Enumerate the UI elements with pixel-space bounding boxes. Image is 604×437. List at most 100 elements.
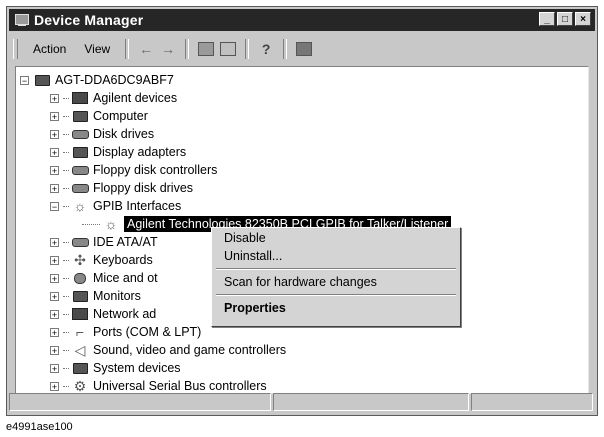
- disk-drive-icon: [71, 127, 89, 141]
- tree-item-ide[interactable]: + IDE ATA/AT: [50, 233, 158, 251]
- expand-icon[interactable]: +: [50, 291, 59, 301]
- tree-item-label: Display adapters: [93, 145, 187, 159]
- device-manager-icon: [14, 13, 30, 27]
- expand-icon[interactable]: +: [50, 381, 59, 391]
- expand-icon[interactable]: +: [50, 237, 59, 247]
- port-icon: ⌐: [75, 324, 85, 340]
- toolbar-separator: [245, 39, 250, 59]
- forward-arrow-icon[interactable]: →: [157, 39, 179, 59]
- toolbar: Action View ← → ?: [9, 34, 595, 64]
- collapse-icon[interactable]: −: [20, 75, 29, 85]
- tree-root-label: AGT-DDA6DC9ABF7: [55, 73, 174, 87]
- tree-root[interactable]: − AGT-DDA6DC9ABF7: [20, 71, 174, 89]
- tree-item-label: Disk drives: [93, 127, 155, 141]
- window-controls: _ □ ×: [539, 12, 591, 26]
- monitor-icon: [71, 289, 89, 303]
- expand-icon[interactable]: +: [50, 327, 59, 337]
- tree-item-label: Mice and ot: [93, 271, 158, 285]
- expand-icon[interactable]: +: [50, 309, 59, 319]
- title-bar[interactable]: Device Manager _ □ ×: [9, 9, 595, 31]
- tree-item-floppy-controllers[interactable]: + Floppy disk controllers: [50, 161, 217, 179]
- tree-item-system-devices[interactable]: + System devices: [50, 359, 181, 377]
- menu-action[interactable]: Action: [24, 42, 75, 56]
- context-separator: [216, 268, 456, 270]
- floppy-drive-icon: [71, 181, 89, 195]
- gpib-icon: ☼: [73, 198, 87, 214]
- tree-item-display-adapters[interactable]: + Display adapters: [50, 143, 186, 161]
- tree-item-ports[interactable]: + ⌐ Ports (COM & LPT): [50, 323, 201, 341]
- context-uninstall[interactable]: Uninstall...: [224, 249, 282, 263]
- floppy-controller-icon: [71, 163, 89, 177]
- tree-item-network[interactable]: + Network ad: [50, 305, 156, 323]
- tree-item-label: Floppy disk controllers: [93, 163, 218, 177]
- tree-item-mice[interactable]: + Mice and ot: [50, 269, 158, 287]
- minimize-button[interactable]: _: [539, 12, 555, 26]
- system-device-icon: [71, 361, 89, 375]
- tree-item-label: Network ad: [93, 307, 157, 321]
- context-menu: Disable Uninstall... Scan for hardware c…: [211, 227, 461, 327]
- collapse-icon[interactable]: −: [50, 201, 59, 211]
- tree-item-label: Computer: [93, 109, 148, 123]
- sound-icon: ◁: [74, 342, 86, 358]
- tree-item-label: Floppy disk drives: [93, 181, 194, 195]
- tree-item-disk-drives[interactable]: + Disk drives: [50, 125, 154, 143]
- tree-item-computer[interactable]: + Computer: [50, 107, 148, 125]
- toolbar-separator: [283, 39, 288, 59]
- close-button[interactable]: ×: [575, 12, 591, 26]
- network-adapter-icon: [71, 307, 89, 321]
- help-icon[interactable]: ?: [255, 39, 277, 59]
- menu-view[interactable]: View: [75, 42, 119, 56]
- properties-icon[interactable]: [195, 39, 217, 59]
- status-cell: [471, 393, 593, 411]
- expand-icon[interactable]: +: [50, 345, 59, 355]
- status-bar: [9, 393, 595, 413]
- tree-item-label: Keyboards: [93, 253, 153, 267]
- tree-item-floppy-drives[interactable]: + Floppy disk drives: [50, 179, 193, 197]
- expand-icon[interactable]: +: [50, 273, 59, 283]
- ide-controller-icon: [71, 235, 89, 249]
- display-adapter-icon: [71, 145, 89, 159]
- keyboard-icon: ✣: [74, 252, 86, 268]
- scan-icon[interactable]: [293, 39, 315, 59]
- computer-icon: [33, 73, 51, 87]
- tree-item-label: Ports (COM & LPT): [93, 325, 202, 339]
- toolbar-separator: [185, 39, 190, 59]
- computer-icon: [71, 109, 89, 123]
- tree-item-gpib-interfaces[interactable]: − ☼ GPIB Interfaces: [50, 197, 181, 215]
- expand-icon[interactable]: +: [50, 363, 59, 373]
- device-manager-window: Device Manager _ □ × Action View ← → ? −…: [6, 6, 598, 416]
- tree-item-monitors[interactable]: + Monitors: [50, 287, 141, 305]
- expand-icon[interactable]: +: [50, 129, 59, 139]
- expand-icon[interactable]: +: [50, 93, 59, 103]
- view-icon[interactable]: [217, 39, 239, 59]
- tree-item-sound[interactable]: + ◁ Sound, video and game controllers: [50, 341, 286, 359]
- context-separator: [216, 294, 456, 296]
- back-arrow-icon[interactable]: ←: [135, 39, 157, 59]
- tree-item-label: Monitors: [93, 289, 141, 303]
- figure-caption: e4991ase100: [6, 421, 73, 433]
- tree-item-label: GPIB Interfaces: [93, 199, 182, 213]
- gpib-device-icon: ☼: [104, 216, 118, 232]
- tree-item-keyboards[interactable]: + ✣ Keyboards: [50, 251, 153, 269]
- context-properties[interactable]: Properties: [224, 301, 286, 315]
- context-disable[interactable]: Disable: [224, 231, 266, 245]
- toolbar-grip[interactable]: [13, 39, 18, 59]
- status-cell: [273, 393, 469, 411]
- expand-icon[interactable]: +: [50, 165, 59, 175]
- window-title: Device Manager: [34, 12, 144, 28]
- tree-item-label: Agilent devices: [93, 91, 178, 105]
- usb-icon: ⚙: [73, 378, 87, 394]
- expand-icon[interactable]: +: [50, 255, 59, 265]
- agilent-device-icon: [71, 91, 89, 105]
- tree-item-label: Sound, video and game controllers: [93, 343, 287, 357]
- tree-item-label: System devices: [93, 361, 181, 375]
- tree-item-agilent-devices[interactable]: + Agilent devices: [50, 89, 177, 107]
- context-scan[interactable]: Scan for hardware changes: [224, 275, 377, 289]
- maximize-button[interactable]: □: [557, 12, 573, 26]
- expand-icon[interactable]: +: [50, 111, 59, 121]
- expand-icon[interactable]: +: [50, 183, 59, 193]
- expand-icon[interactable]: +: [50, 147, 59, 157]
- tree-item-label: Universal Serial Bus controllers: [93, 379, 267, 393]
- status-cell: [9, 393, 271, 411]
- toolbar-separator: [125, 39, 130, 59]
